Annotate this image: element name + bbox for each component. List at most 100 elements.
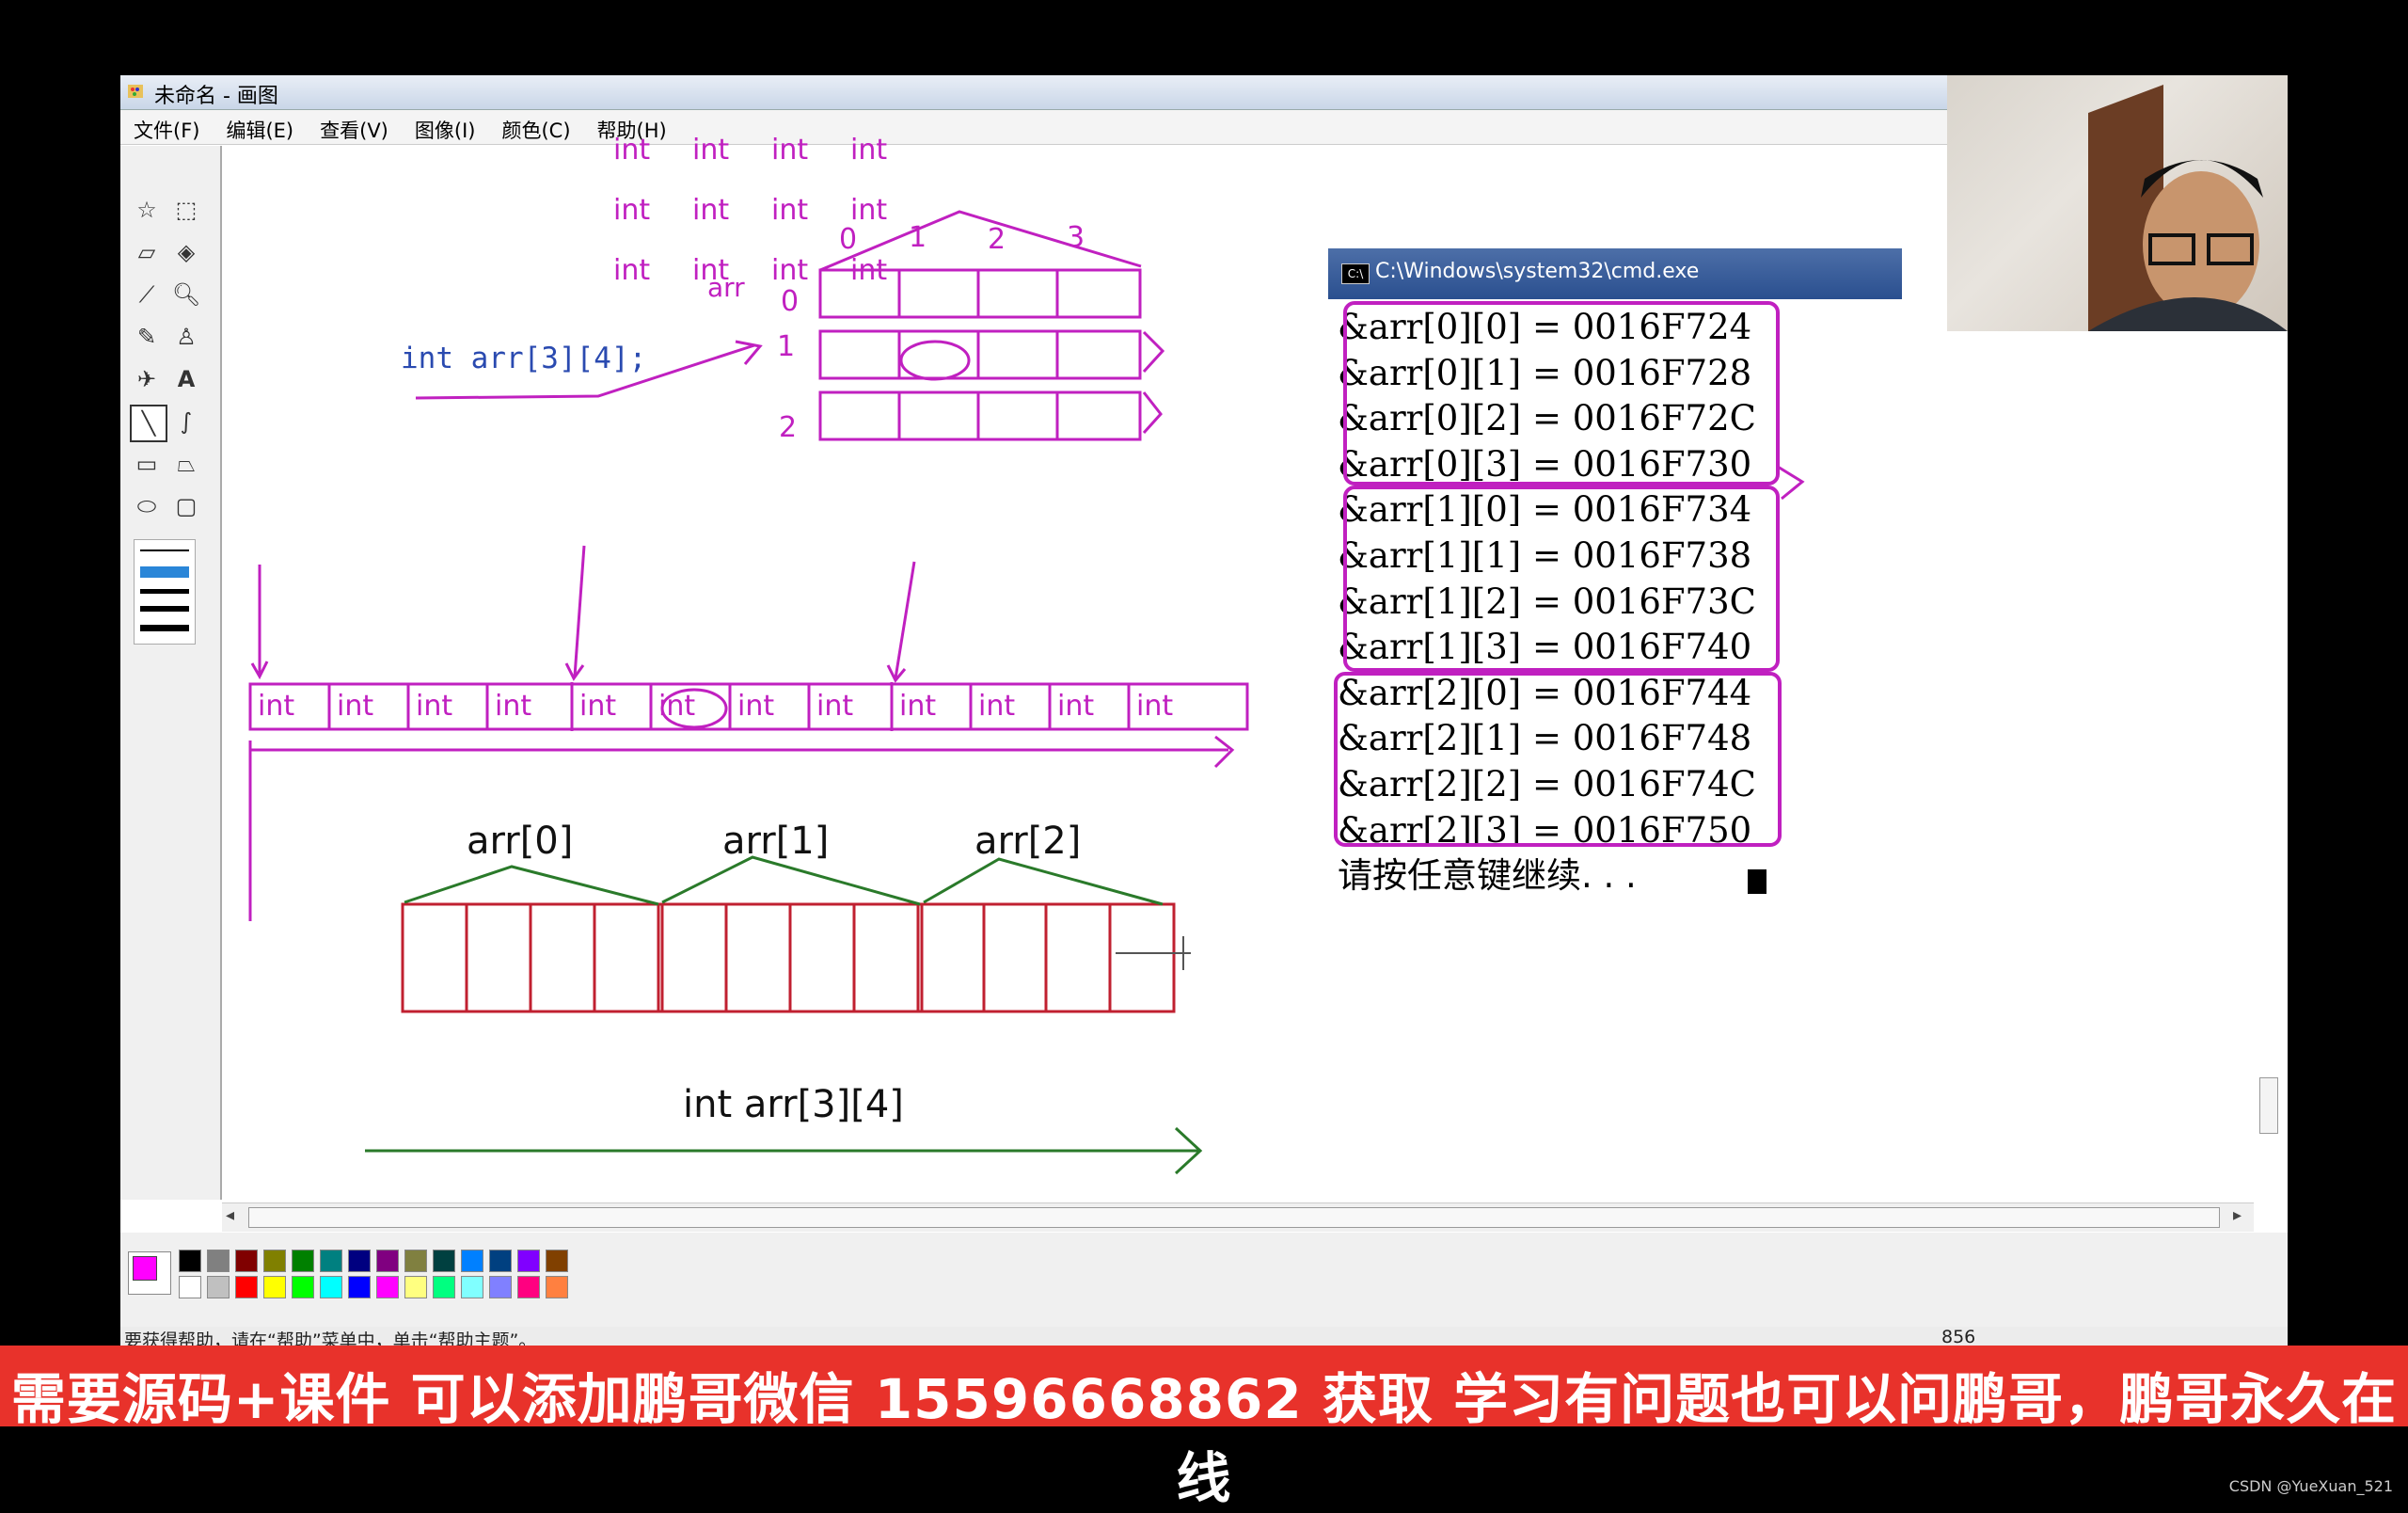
free-select-icon[interactable]: ☆ [130,193,164,227]
color-swatch[interactable] [404,1276,427,1298]
col-index: 0 [839,223,858,256]
row-index: 2 [779,411,798,444]
highlight-arrow [1777,465,1805,501]
strip-cell-label: int [495,690,532,723]
color-swatch[interactable] [546,1276,568,1298]
grid-cell-label: int [692,134,730,167]
col-index: 1 [909,221,927,254]
rect-select-icon[interactable]: ⬚ [169,193,203,227]
fill-icon[interactable]: ◈ [169,235,203,269]
scroll-left-icon[interactable]: ◂ [226,1205,234,1225]
color-swatch[interactable] [489,1250,512,1272]
cmd-title: C:\Windows\system32\cmd.exe [1375,260,1700,283]
menu-color[interactable]: 颜色(C) [488,110,583,144]
toolbox: ☆ ⬚ ▱ ◈ ⟋ 🔍︎ ✎ ♙ ✈ A ╲ ∫ ▭ ⏢ ⬭ ▢ [120,146,222,1200]
paint-app-icon [128,85,143,98]
color-swatch[interactable] [517,1276,540,1298]
color-swatch[interactable] [376,1250,399,1272]
row1-highlight [1343,486,1780,672]
scroll-right-icon[interactable]: ▸ [2233,1205,2242,1225]
menu-edit[interactable]: 编辑(E) [213,110,307,144]
color-swatch[interactable] [263,1276,286,1298]
horizontal-scrollbar[interactable]: ◂ ▸ [222,1202,2254,1232]
color-swatch[interactable] [348,1250,371,1272]
color-swatch[interactable] [461,1276,483,1298]
magnifier-icon[interactable]: 🔍︎ [169,278,203,311]
group-label: arr[2] [974,820,1082,863]
color-swatch[interactable] [517,1250,540,1272]
color-swatch[interactable] [263,1250,286,1272]
title-bar: 未命名 - 画图 [120,75,1947,110]
color-swatch[interactable] [376,1276,399,1298]
row2-highlight [1334,672,1782,847]
eraser-icon[interactable]: ▱ [130,235,164,269]
strip-cell-label: int [1136,690,1174,723]
window-title: 未命名 - 画图 [154,85,278,108]
webcam-overlay [1947,75,2288,331]
col-index: 2 [988,223,1006,256]
grid-cell-label: int [613,134,651,167]
strip-cell-label: int [658,690,696,723]
strip-cell-label: int [416,690,453,723]
col-index: 3 [1067,221,1085,254]
line-width-selector[interactable] [134,539,196,645]
color-swatch[interactable] [404,1250,427,1272]
airbrush-icon[interactable]: ✈ [130,362,164,396]
color-picker-icon[interactable]: ⟋ [130,278,164,311]
menu-view[interactable]: 查看(V) [307,110,402,144]
hscroll-thumb[interactable] [248,1207,2220,1228]
menu-image[interactable]: 图像(I) [402,110,489,144]
grid-cell-label: int [850,134,888,167]
group-label: arr[0] [467,820,574,863]
color-swatch[interactable] [433,1276,455,1298]
brush-icon[interactable]: ♙ [169,320,203,354]
color-swatch[interactable] [179,1250,201,1272]
strip-cell-label: int [258,690,295,723]
color-swatch[interactable] [235,1250,258,1272]
watermark-credit: CSDN @YueXuan_521 [2228,1477,2393,1495]
color-swatch[interactable] [320,1276,342,1298]
grid-cell-label: int [850,194,888,227]
grid-cell-label: int [771,254,809,287]
pencil-icon[interactable]: ✎ [130,320,164,354]
line-icon[interactable]: ╲ [130,405,167,442]
grid-cell-label: int [692,254,730,287]
strip-cell-label: int [1057,690,1095,723]
color-swatch[interactable] [207,1276,230,1298]
grid-cell-label: int [771,194,809,227]
color-swatch[interactable] [179,1276,201,1298]
color-swatch[interactable] [546,1250,568,1272]
bottom-label: int arr[3][4] [683,1083,904,1126]
color-swatch[interactable] [348,1276,371,1298]
color-swatch[interactable] [292,1276,314,1298]
cmd-prompt: 请按任意键继续. . . [1338,855,1637,896]
rectangle-icon[interactable]: ▭ [130,447,164,481]
color-swatch[interactable] [433,1250,455,1272]
presenter-video [2088,85,2288,331]
ellipse-icon[interactable]: ⬭ [130,489,164,523]
grid-cell-label: int [613,194,651,227]
color-swatch[interactable] [320,1250,342,1272]
color-swatch[interactable] [207,1250,230,1272]
cmd-cursor [1748,869,1766,894]
banner-text: 需要源码+课件 可以添加鹏哥微信 15596668862 获取 学习有问题也可以… [10,1367,2398,1510]
polygon-icon[interactable]: ⏢ [169,447,203,481]
color-palette [120,1233,2288,1336]
curve-icon[interactable]: ∫ [169,405,203,438]
grid-cell-label: int [692,194,730,227]
menu-bar: 文件(F) 编辑(E) 查看(V) 图像(I) 颜色(C) 帮助(H) [120,110,1947,145]
color-swatch[interactable] [292,1250,314,1272]
color-swatch[interactable] [235,1276,258,1298]
status-coord: 856 [1941,1327,1976,1347]
rounded-rect-icon[interactable]: ▢ [169,489,203,523]
grid-cell-label: int [771,134,809,167]
strip-cell-label: int [816,690,854,723]
text-icon[interactable]: A [169,362,203,396]
vscroll-thumb[interactable] [2259,1077,2278,1134]
foreground-color[interactable] [133,1256,157,1281]
group-label: arr[1] [722,820,830,863]
color-swatch[interactable] [489,1276,512,1298]
menu-file[interactable]: 文件(F) [120,110,213,144]
row-index: 0 [781,285,800,318]
color-swatch[interactable] [461,1250,483,1272]
